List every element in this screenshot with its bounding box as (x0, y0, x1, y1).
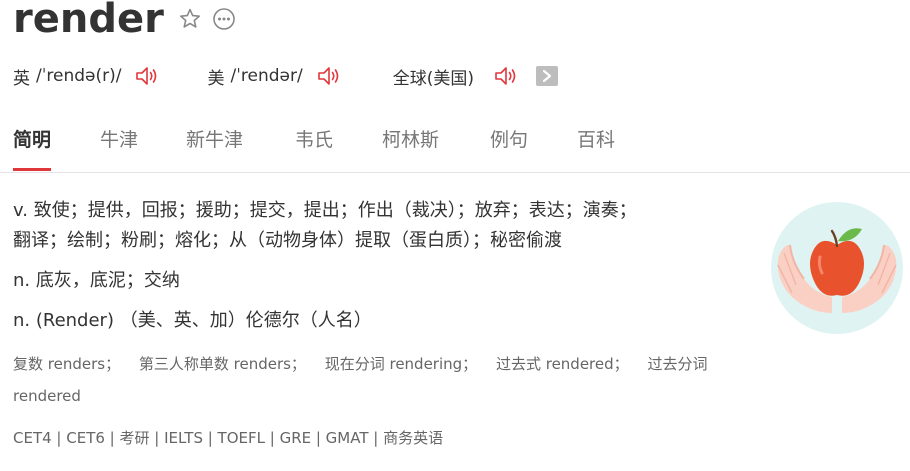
tab-new-oxford[interactable]: 新牛津 (186, 126, 243, 166)
pron-us: 美 /ˈrendər/ (207, 64, 342, 89)
pron-region-label: 英 (13, 68, 30, 89)
word-title: render (13, 0, 164, 42)
definition-name: n. (Render) （美、英、加）伦德尔（人名） (13, 306, 763, 336)
pron-region-label: 全球(美国) (392, 68, 474, 89)
pron-ipa: /ˈrendə(r)/ (36, 66, 122, 86)
inflection-past-tense: 过去式 rendered； (495, 355, 629, 373)
definition-line: n. (Render) （美、英、加）伦德尔（人名） (13, 310, 372, 331)
pron-ipa: /ˈrendər/ (230, 66, 303, 86)
tab-webster[interactable]: 韦氏 (295, 126, 333, 166)
tab-oxford[interactable]: 牛津 (100, 126, 138, 166)
definition-line: v. 致使；提供，回报；援助；提交，提出；作出（裁决）；放弃；表达；演奏； (13, 200, 637, 221)
tab-collins[interactable]: 柯林斯 (382, 126, 439, 166)
definition-line: 翻译；绘制；粉刷；熔化；从（动物身体）提取（蛋白质）；秘密偷渡 (13, 230, 562, 251)
definition-line: n. 底灰，底泥；交纳 (13, 270, 180, 291)
pron-uk: 英 /ˈrendə(r)/ (13, 64, 161, 89)
dictionary-page: render 英 /ˈrendə(r)/ 美 /ˈrendər/ 全球(美国) … (0, 0, 910, 471)
inflection-third-person: 第三人称单数 renders； (138, 355, 306, 373)
inflection-past-participle-value: rendered (13, 387, 81, 405)
inflection-plural: 复数 renders； (13, 355, 121, 373)
star-icon[interactable] (178, 7, 202, 31)
more-dots-icon[interactable] (212, 7, 236, 31)
definition-noun: n. 底灰，底泥；交纳 (13, 266, 763, 296)
exam-tags: CET4 | CET6 | 考研 | IELTS | TOEFL | GRE |… (13, 429, 444, 447)
inflections: 复数 renders； 第三人称单数 renders； 现在分词 renderi… (13, 348, 773, 412)
definition-verb: v. 致使；提供，回报；援助；提交，提出；作出（裁决）；放弃；表达；演奏； 翻译… (13, 196, 763, 256)
pron-region-label: 美 (207, 68, 225, 89)
word-header: render (13, 0, 236, 44)
apple-in-hands-illustration (770, 201, 904, 335)
inflection-present-participle: 现在分词 rendering； (324, 355, 478, 373)
speaker-icon[interactable] (494, 64, 520, 88)
dictionary-tabs: 简明 牛津 新牛津 韦氏 柯林斯 例句 百科 (0, 120, 910, 173)
definitions: v. 致使；提供，回报；援助；提交，提出；作出（裁决）；放弃；表达；演奏； 翻译… (13, 196, 763, 346)
pronunciation-row: 英 /ˈrendə(r)/ 美 /ˈrendər/ 全球(美国) (13, 62, 558, 90)
speaker-icon[interactable] (135, 64, 161, 88)
tab-concise[interactable]: 简明 (13, 126, 52, 171)
arrow-right-icon[interactable] (535, 66, 558, 86)
tab-encyclopedia[interactable]: 百科 (577, 126, 615, 166)
inflection-past-participle-label: 过去分词 (647, 355, 708, 373)
pron-global: 全球(美国) (393, 64, 558, 89)
tab-examples[interactable]: 例句 (490, 126, 528, 166)
speaker-icon[interactable] (317, 64, 343, 88)
